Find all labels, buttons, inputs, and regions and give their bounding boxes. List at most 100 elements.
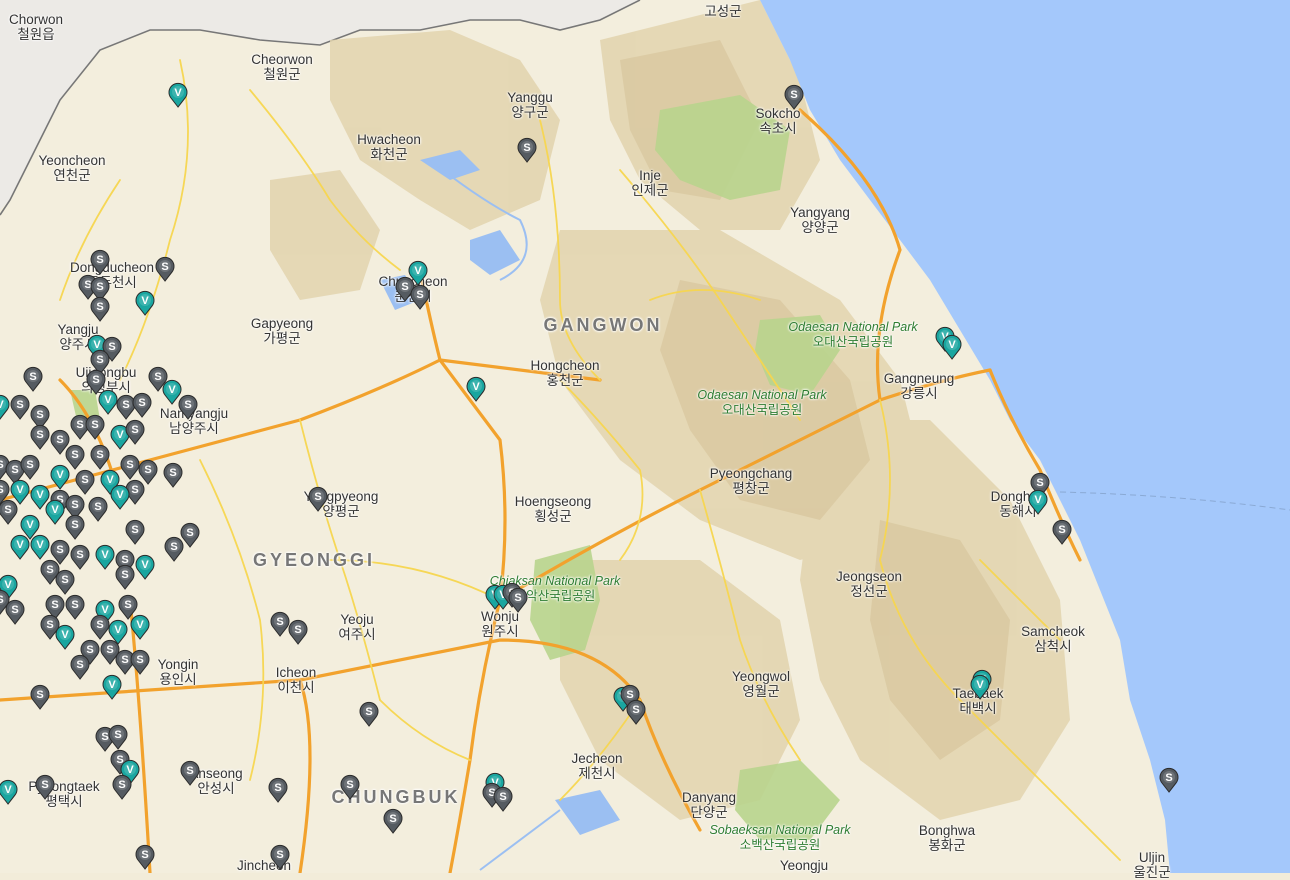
s-marker-17[interactable]: S xyxy=(177,394,199,420)
s-marker-111[interactable]: S xyxy=(492,786,514,812)
map-canvas[interactable] xyxy=(0,0,1290,873)
s-marker-70[interactable]: S xyxy=(4,599,26,625)
map-label-sokcho: Sokcho 속초시 xyxy=(755,106,800,136)
v-marker-49[interactable]: V xyxy=(109,484,131,510)
s-marker-102[interactable]: S xyxy=(382,808,404,834)
svg-text:S: S xyxy=(121,654,128,666)
label-en-yeongwol: Yeongwol xyxy=(731,669,791,684)
s-marker-103[interactable]: S xyxy=(269,844,291,870)
v-marker-118[interactable]: V xyxy=(1027,489,1049,515)
s-marker-48[interactable]: S xyxy=(87,496,109,522)
label-en-odaesan2: Odaesan National Park xyxy=(697,388,827,402)
s-marker-30[interactable]: S xyxy=(29,424,51,450)
label-en-hoengseong: Hoengseong xyxy=(514,494,592,509)
v-marker-93[interactable]: V xyxy=(0,779,19,805)
s-marker-7[interactable]: S xyxy=(154,256,176,282)
svg-text:S: S xyxy=(106,644,113,656)
s-marker-98[interactable]: S xyxy=(287,619,309,645)
v-marker-0[interactable]: V xyxy=(167,82,189,108)
map-label-ulijn: Uljin 울진군 xyxy=(1133,850,1170,880)
v-marker-62[interactable]: V xyxy=(94,544,116,570)
svg-text:V: V xyxy=(136,619,144,631)
svg-text:S: S xyxy=(71,599,78,611)
s-marker-86[interactable]: S xyxy=(29,684,51,710)
s-marker-29[interactable]: S xyxy=(124,419,146,445)
s-marker-95[interactable]: S xyxy=(134,844,156,870)
v-marker-121[interactable]: V xyxy=(969,674,991,700)
v-marker-116[interactable]: V xyxy=(941,334,963,360)
s-marker-54[interactable]: S xyxy=(64,514,86,540)
s-marker-57[interactable]: S xyxy=(163,536,185,562)
label-en-pyeongchang: Pyeongchang xyxy=(709,466,793,481)
map-label-yeongju: Yeongju xyxy=(780,858,828,873)
s-marker-119[interactable]: S xyxy=(1051,519,1073,545)
v-marker-85[interactable]: V xyxy=(101,674,123,700)
s-marker-122[interactable]: S xyxy=(1158,767,1180,793)
label-ko-sobaeksan: 소백산국립공원 xyxy=(739,838,821,852)
s-marker-25[interactable]: S xyxy=(131,392,153,418)
s-marker-91[interactable]: S xyxy=(111,774,133,800)
v-marker-58[interactable]: V xyxy=(9,534,31,560)
s-marker-18[interactable]: S xyxy=(22,366,44,392)
s-marker-5[interactable]: S xyxy=(409,284,431,310)
s-marker-1[interactable]: S xyxy=(783,84,805,110)
s-marker-11[interactable]: S xyxy=(89,296,111,322)
v-marker-104[interactable]: V xyxy=(465,376,487,402)
s-marker-88[interactable]: S xyxy=(107,724,129,750)
s-marker-94[interactable]: S xyxy=(179,760,201,786)
label-ko-namyangju: 남양주시 xyxy=(169,421,219,436)
s-marker-84[interactable]: S xyxy=(69,654,91,680)
s-marker-55[interactable]: S xyxy=(124,519,146,545)
svg-text:S: S xyxy=(71,449,78,461)
label-ko-yanggu: 양구군 xyxy=(511,105,549,120)
v-marker-39[interactable]: V xyxy=(49,464,71,490)
map-label-chorwon: Chorwon 철원읍 xyxy=(9,12,63,42)
s-marker-19[interactable]: S xyxy=(9,394,31,420)
s-marker-27[interactable]: S xyxy=(84,414,106,440)
s-marker-83[interactable]: S xyxy=(129,649,151,675)
s-marker-61[interactable]: S xyxy=(69,544,91,570)
v-marker-20[interactable]: V xyxy=(0,394,11,420)
s-marker-40[interactable]: S xyxy=(74,469,96,495)
s-marker-38[interactable]: S xyxy=(19,454,41,480)
label-ko-goseong: 고성군 xyxy=(704,4,742,19)
label-ko-yeongwol: 영월군 xyxy=(742,684,780,699)
s-marker-2[interactable]: S xyxy=(516,137,538,163)
svg-text:S: S xyxy=(61,574,68,586)
s-marker-66[interactable]: S xyxy=(54,569,76,595)
s-marker-100[interactable]: S xyxy=(267,777,289,803)
map-label-yanggu: Yanggu 양구군 xyxy=(507,90,553,120)
svg-text:S: S xyxy=(94,501,101,513)
s-marker-108[interactable]: S xyxy=(507,587,529,613)
s-marker-96[interactable]: S xyxy=(307,486,329,512)
label-en-gangneung: Gangneung xyxy=(883,371,955,386)
label-en-danyang: Danyang xyxy=(681,790,737,805)
s-marker-50[interactable]: S xyxy=(162,462,184,488)
v-marker-77[interactable]: V xyxy=(54,624,76,650)
svg-text:S: S xyxy=(1058,524,1065,536)
label-ko-chorwon: 철원읍 xyxy=(17,27,55,42)
svg-text:S: S xyxy=(126,459,133,471)
v-marker-10[interactable]: V xyxy=(134,290,156,316)
s-marker-72[interactable]: S xyxy=(64,594,86,620)
s-marker-67[interactable]: S xyxy=(114,564,136,590)
svg-text:S: S xyxy=(1036,477,1043,489)
svg-text:S: S xyxy=(790,89,797,101)
s-marker-92[interactable]: S xyxy=(34,774,56,800)
svg-text:S: S xyxy=(274,782,281,794)
svg-text:S: S xyxy=(131,524,138,536)
s-marker-99[interactable]: S xyxy=(358,701,380,727)
svg-text:S: S xyxy=(186,527,193,539)
svg-text:S: S xyxy=(124,599,131,611)
v-marker-64[interactable]: V xyxy=(134,554,156,580)
s-marker-51[interactable]: S xyxy=(0,499,19,525)
s-marker-114[interactable]: S xyxy=(625,699,647,725)
v-marker-59[interactable]: V xyxy=(29,534,51,560)
label-en-gangwon: GANGWON xyxy=(543,315,663,335)
s-marker-101[interactable]: S xyxy=(339,774,361,800)
v-marker-52[interactable]: V xyxy=(44,499,66,525)
s-marker-6[interactable]: S xyxy=(89,249,111,275)
label-ko-gapyeong: 가평군 xyxy=(263,331,301,346)
s-marker-33[interactable]: S xyxy=(89,444,111,470)
v-marker-75[interactable]: V xyxy=(129,614,151,640)
